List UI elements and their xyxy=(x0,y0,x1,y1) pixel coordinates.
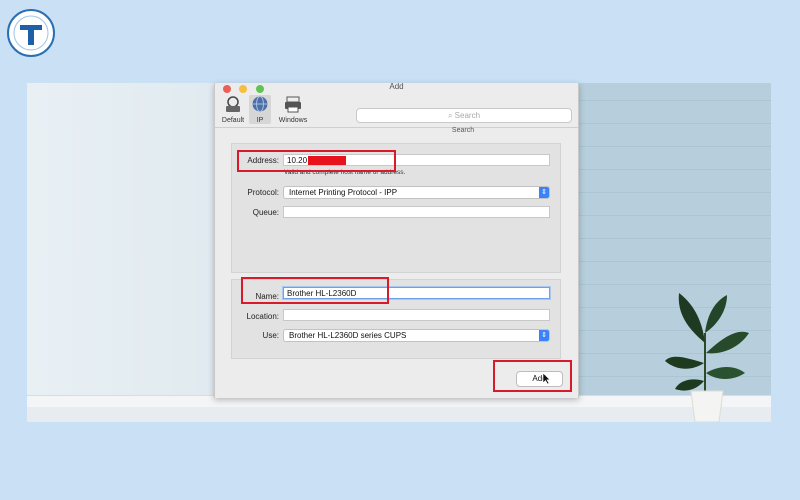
highlight-add-button xyxy=(493,360,572,392)
chevron-updown-icon: ⇕ xyxy=(539,187,549,198)
add-printer-window: Add Default IP Windows ⌕ Search Search A… xyxy=(214,82,579,398)
use-select[interactable]: Brother HL-L2360D series CUPS ⇕ xyxy=(283,329,550,342)
potted-plant xyxy=(665,293,749,422)
window-title: Add xyxy=(389,82,404,91)
protocol-label: Protocol: xyxy=(247,188,279,197)
logo-badge xyxy=(7,9,55,57)
tab-ip[interactable]: IP xyxy=(249,95,271,124)
tab-windows[interactable]: Windows xyxy=(277,95,309,124)
queue-field[interactable] xyxy=(283,206,550,218)
windows-printer-icon xyxy=(285,96,301,113)
title-bar: Add xyxy=(215,82,578,95)
tab-default-label: Default xyxy=(221,117,245,124)
queue-label: Queue: xyxy=(252,208,279,217)
search-input[interactable]: ⌕ Search xyxy=(356,108,572,123)
highlight-address xyxy=(237,150,396,172)
use-label: Use: xyxy=(262,331,279,340)
tab-windows-label: Windows xyxy=(278,117,308,124)
location-label: Location: xyxy=(246,312,279,321)
toolbar: Default IP Windows ⌕ Search Search xyxy=(215,95,578,134)
highlight-name xyxy=(241,277,389,304)
globe-icon xyxy=(252,96,268,112)
chevron-updown-icon: ⇕ xyxy=(539,330,549,341)
tab-default[interactable]: Default xyxy=(218,95,248,124)
location-field[interactable] xyxy=(283,309,550,321)
tab-ip-label: IP xyxy=(256,117,264,124)
search-icon: ⌕ xyxy=(447,111,455,120)
search-label: Search xyxy=(451,127,475,134)
default-printer-icon xyxy=(226,96,240,112)
protocol-select[interactable]: Internet Printing Protocol - IPP ⇕ xyxy=(283,186,550,199)
